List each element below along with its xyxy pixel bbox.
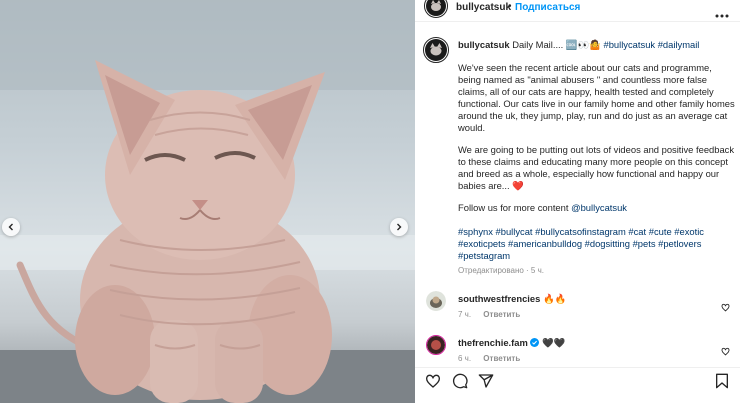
- comment-item: southwestfrencies 🔥🔥 7 ч. Ответить: [415, 291, 740, 327]
- comment-text: southwestfrencies 🔥🔥: [458, 293, 566, 305]
- caption-username[interactable]: bullycatsuk: [458, 39, 510, 50]
- reply-button[interactable]: Ответить: [483, 310, 520, 319]
- chevron-left-icon: [8, 223, 13, 231]
- chevron-right-icon: [397, 223, 402, 231]
- action-bar: [415, 369, 740, 395]
- bookmark-icon: [716, 373, 728, 389]
- comment-body: 🔥🔥: [542, 293, 567, 304]
- carousel-prev-button[interactable]: [2, 218, 20, 236]
- cat-photo: [0, 0, 415, 403]
- commenter-avatar[interactable]: [426, 291, 446, 311]
- post-panel: bullycatsuk • Подписаться bullycatsuk Da…: [415, 0, 740, 403]
- header-divider: [415, 21, 740, 22]
- follow-handle-link[interactable]: @bullycatsuk: [571, 202, 627, 213]
- follow-button[interactable]: Подписаться: [515, 2, 580, 13]
- comment-like-button[interactable]: [721, 343, 730, 361]
- caption-first-line: bullycatsuk Daily Mail.... 🆒👀🤷 #bullycat…: [458, 39, 738, 51]
- heart-icon: [426, 374, 440, 388]
- save-button[interactable]: [715, 373, 729, 394]
- comment-meta: 6 ч. Ответить: [458, 354, 530, 363]
- share-button[interactable]: [478, 373, 494, 394]
- actions-divider: [415, 367, 740, 368]
- more-icon: [715, 14, 729, 18]
- separator-dot: •: [508, 1, 512, 12]
- caption-hashtags[interactable]: #sphynx #bullycat #bullycatsofinstagram …: [458, 226, 735, 262]
- caption-paragraph-1: We've seen the recent article about our …: [458, 62, 735, 133]
- share-icon: [478, 374, 494, 388]
- author-username[interactable]: bullycatsuk: [456, 2, 511, 13]
- comment-text: thefrenchie.fam 🖤🖤: [458, 337, 565, 349]
- commenter-avatar[interactable]: [426, 335, 446, 355]
- heart-icon: [721, 347, 730, 356]
- comment-username[interactable]: southwestfrencies: [458, 293, 540, 304]
- author-avatar[interactable]: [424, 0, 448, 18]
- comment-item: thefrenchie.fam 🖤🖤 6 ч. Ответить: [415, 335, 740, 371]
- caption-follow-line: Follow us for more content @bullycatsuk: [458, 202, 735, 214]
- caption-head-hashtags[interactable]: #bullycatsuk #dailymail: [604, 39, 700, 50]
- comment-time: 7 ч.: [458, 310, 472, 319]
- follow-text: Follow us for more content: [458, 202, 569, 213]
- comment-body: 🖤🖤: [542, 337, 566, 348]
- carousel-next-button[interactable]: [390, 218, 408, 236]
- heart-icon: [721, 303, 730, 312]
- comment-username[interactable]: thefrenchie.fam: [458, 337, 528, 348]
- caption-paragraph-2: We are going to be putting out lots of v…: [458, 144, 735, 191]
- edited-timestamp: Отредактировано · 5 ч.: [458, 266, 544, 275]
- post-header: bullycatsuk • Подписаться: [415, 0, 740, 20]
- caption-author-avatar[interactable]: [423, 37, 449, 63]
- post-media[interactable]: [0, 0, 415, 403]
- comment-like-button[interactable]: [721, 299, 730, 317]
- comment-icon: [452, 373, 468, 389]
- reply-button[interactable]: Ответить: [483, 354, 520, 363]
- verified-icon: [530, 338, 540, 347]
- comment-time: 6 ч.: [458, 354, 472, 363]
- like-button[interactable]: [425, 373, 441, 394]
- caption-head: Daily Mail.... 🆒👀🤷: [512, 39, 601, 50]
- comment-button[interactable]: [452, 373, 468, 394]
- comment-meta: 7 ч. Ответить: [458, 310, 530, 319]
